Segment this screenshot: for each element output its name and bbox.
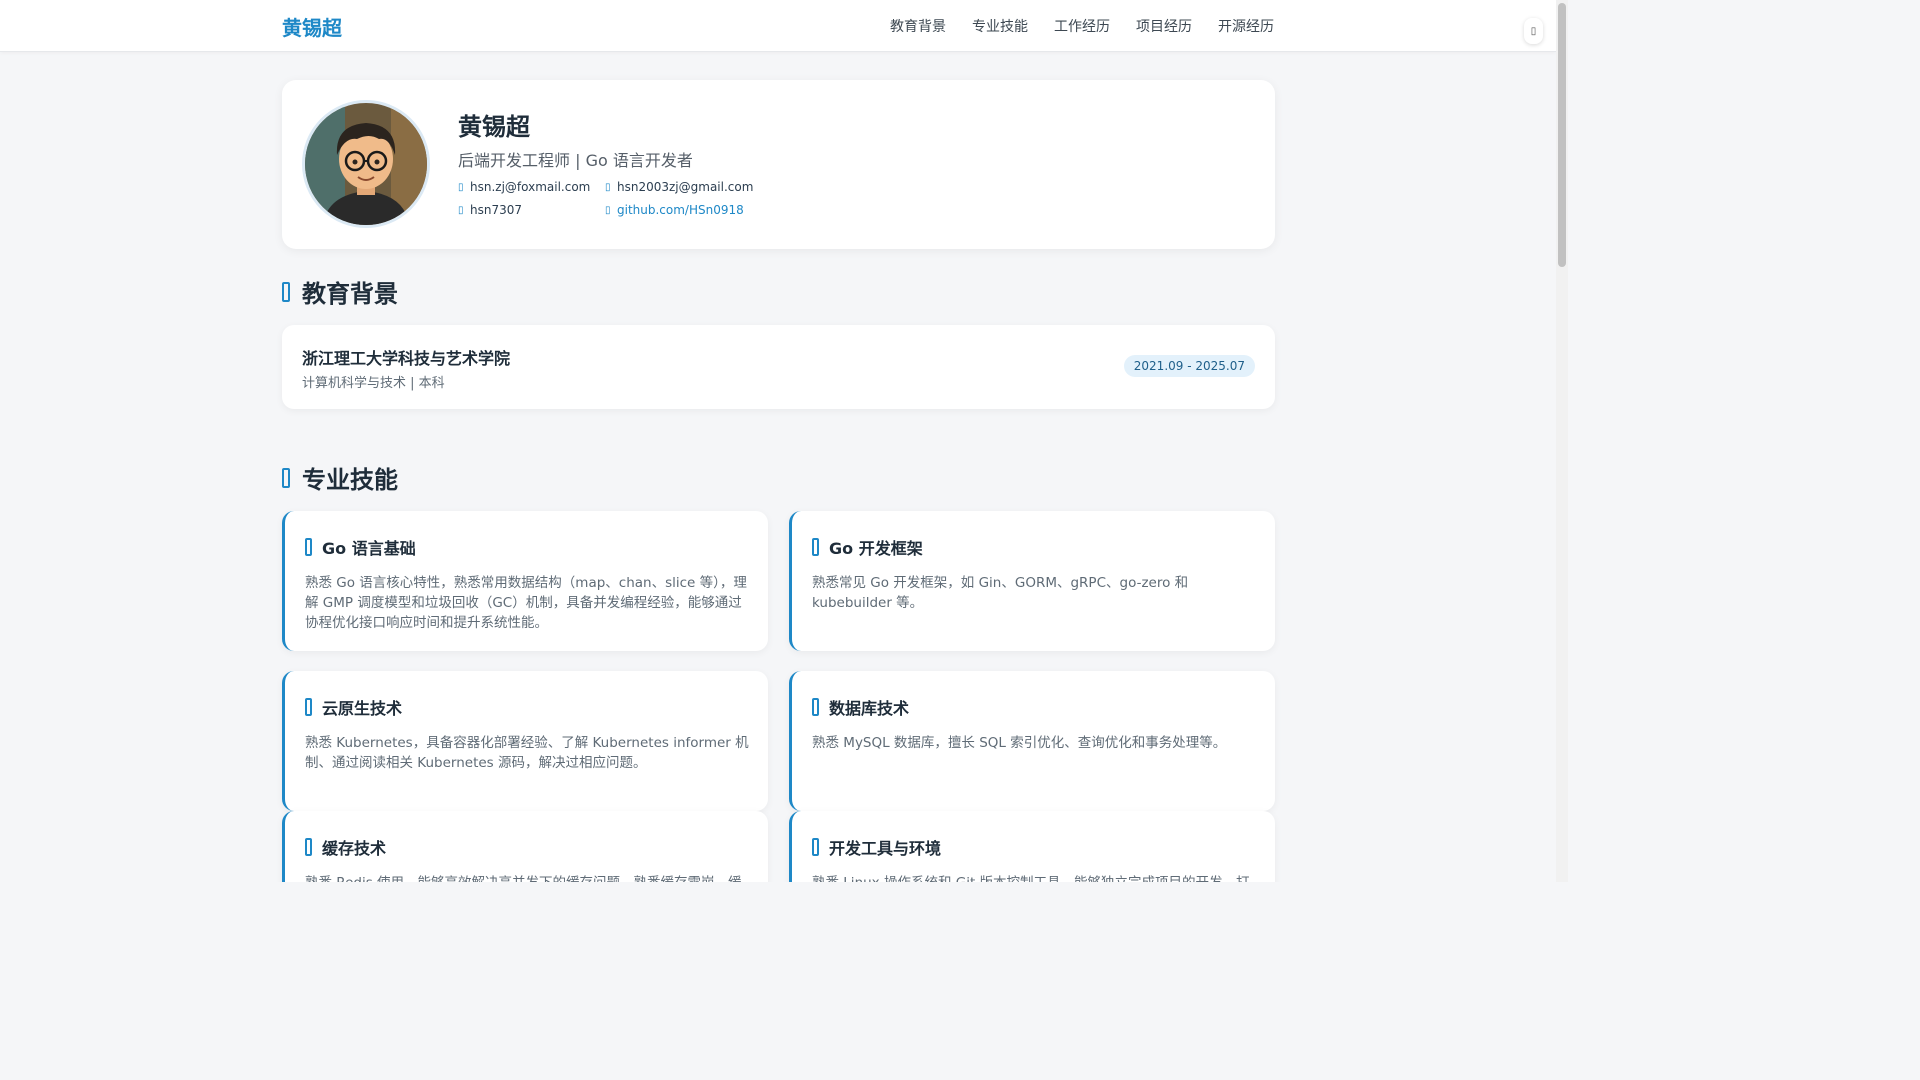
contact-wechat-text: hsn7307 (470, 203, 523, 217)
code-icon (305, 538, 312, 556)
skill-title: 云原生技术 (322, 699, 403, 718)
scrollbar-thumb[interactable] (1558, 3, 1566, 267)
avatar (302, 100, 430, 228)
database-icon (812, 698, 819, 716)
contact-github-text[interactable]: github.com/HSn0918 (617, 203, 744, 217)
education-date-badge: 2021.09 - 2025.07 (1123, 355, 1255, 377)
skill-description: 熟悉 MySQL 数据库，擅长 SQL 索引优化、查询优化和事务处理等。 (812, 735, 1227, 751)
nav-links: 教育背景 专业技能 工作经历 项目经历 开源经历 (890, 16, 1274, 36)
skill-description: 熟悉 Go 语言核心特性，熟悉常用数据结构（map、chan、slice 等），… (305, 575, 747, 631)
code-icon (282, 467, 290, 488)
skill-description: 熟悉 Kubernetes，具备容器化部署经验、了解 Kubernetes in… (305, 735, 749, 771)
layers-icon (812, 538, 819, 556)
education-card: 浙江理工大学科技与艺术学院 计算机科学与技术 | 本科 2021.09 - 20… (282, 325, 1275, 409)
skill-card-go-basics: Go 语言基础 熟悉 Go 语言核心特性，熟悉常用数据结构（map、chan、s… (282, 511, 768, 651)
skill-title: Go 开发框架 (829, 539, 923, 558)
nav-link-education[interactable]: 教育背景 (890, 16, 946, 36)
cloud-icon (305, 698, 312, 716)
tools-icon (812, 838, 819, 856)
profile-title: 后端开发工程师 | Go 语言开发者 (458, 151, 693, 170)
skill-card-go-frameworks: Go 开发框架 熟悉常见 Go 开发框架，如 Gin、GORM、gRPC、go-… (789, 511, 1275, 651)
school-major: 计算机科学与技术 | 本科 (302, 376, 445, 391)
skill-card-header: 开发工具与环境 (812, 835, 941, 859)
nav-link-work[interactable]: 工作经历 (1054, 16, 1110, 36)
skill-card-header: Go 开发框架 (812, 535, 923, 559)
resume-page: 黄锡超 教育背景 专业技能 工作经历 项目经历 开源经历 ▯ 黄锡超 后端开发工… (0, 0, 1568, 882)
section-title-education: 教育背景 (302, 280, 398, 308)
skill-card-header: 数据库技术 (812, 695, 909, 719)
nav-link-projects[interactable]: 项目经历 (1136, 16, 1192, 36)
skill-card-header: 云原生技术 (305, 695, 402, 719)
theme-toggle-button[interactable]: ▯ (1524, 18, 1543, 44)
page-scrollbar[interactable] (1556, 0, 1568, 882)
skill-title: Go 语言基础 (322, 539, 416, 558)
contact-github-link[interactable]: ▯ github.com/HSn0918 (605, 203, 744, 217)
mail-icon: ▯ (605, 181, 611, 193)
skill-card-header: 缓存技术 (305, 835, 386, 859)
school-name: 浙江理工大学科技与艺术学院 (302, 349, 511, 368)
skill-description: 熟悉 Linux 操作系统和 Git 版本控制工具，能够独立完成项目的开发、打包 (812, 873, 1258, 882)
contact-email-1-text: hsn.zj@foxmail.com (470, 180, 591, 194)
contact-email-2[interactable]: ▯ hsn2003zj@gmail.com (605, 180, 753, 194)
profile-name: 黄锡超 (458, 113, 530, 141)
skill-card-cloud-native: 云原生技术 熟悉 Kubernetes，具备容器化部署经验、了解 Kuberne… (282, 671, 768, 811)
contact-email-2-text: hsn2003zj@gmail.com (617, 180, 754, 194)
mail-icon: ▯ (458, 181, 464, 193)
skill-card-dev-tools: 开发工具与环境 熟悉 Linux 操作系统和 Git 版本控制工具，能够独立完成… (789, 811, 1275, 882)
profile-card: 黄锡超 后端开发工程师 | Go 语言开发者 ▯ hsn.zj@foxmail.… (282, 80, 1275, 249)
skill-title: 缓存技术 (322, 839, 387, 858)
wechat-icon: ▯ (458, 204, 464, 216)
skill-title: 数据库技术 (829, 699, 910, 718)
bolt-icon (305, 838, 312, 856)
contact-email-1[interactable]: ▯ hsn.zj@foxmail.com (458, 180, 590, 194)
skill-description: 熟悉 Redis 使用，能够高效解决高并发下的缓存问题，熟悉缓存雪崩、缓存 (305, 873, 751, 882)
skill-card-cache: 缓存技术 熟悉 Redis 使用，能够高效解决高并发下的缓存问题，熟悉缓存雪崩、… (282, 811, 768, 882)
section-heading-education: 教育背景 (282, 274, 398, 309)
skill-description: 熟悉常见 Go 开发框架，如 Gin、GORM、gRPC、go-zero 和 k… (812, 575, 1189, 611)
graduation-cap-icon (282, 281, 290, 302)
github-icon: ▯ (605, 204, 611, 216)
moon-icon: ▯ (1530, 25, 1537, 37)
top-navbar: 黄锡超 教育背景 专业技能 工作经历 项目经历 开源经历 (0, 0, 1556, 52)
skill-card-database: 数据库技术 熟悉 MySQL 数据库，擅长 SQL 索引优化、查询优化和事务处理… (789, 671, 1275, 811)
nav-link-opensource[interactable]: 开源经历 (1218, 16, 1274, 36)
skill-card-header: Go 语言基础 (305, 535, 416, 559)
contact-wechat: ▯ hsn7307 (458, 203, 522, 217)
brand-logo[interactable]: 黄锡超 (282, 12, 342, 41)
nav-link-skills[interactable]: 专业技能 (972, 16, 1028, 36)
section-heading-skills: 专业技能 (282, 460, 398, 495)
section-title-skills: 专业技能 (302, 466, 398, 494)
skill-title: 开发工具与环境 (829, 839, 942, 858)
